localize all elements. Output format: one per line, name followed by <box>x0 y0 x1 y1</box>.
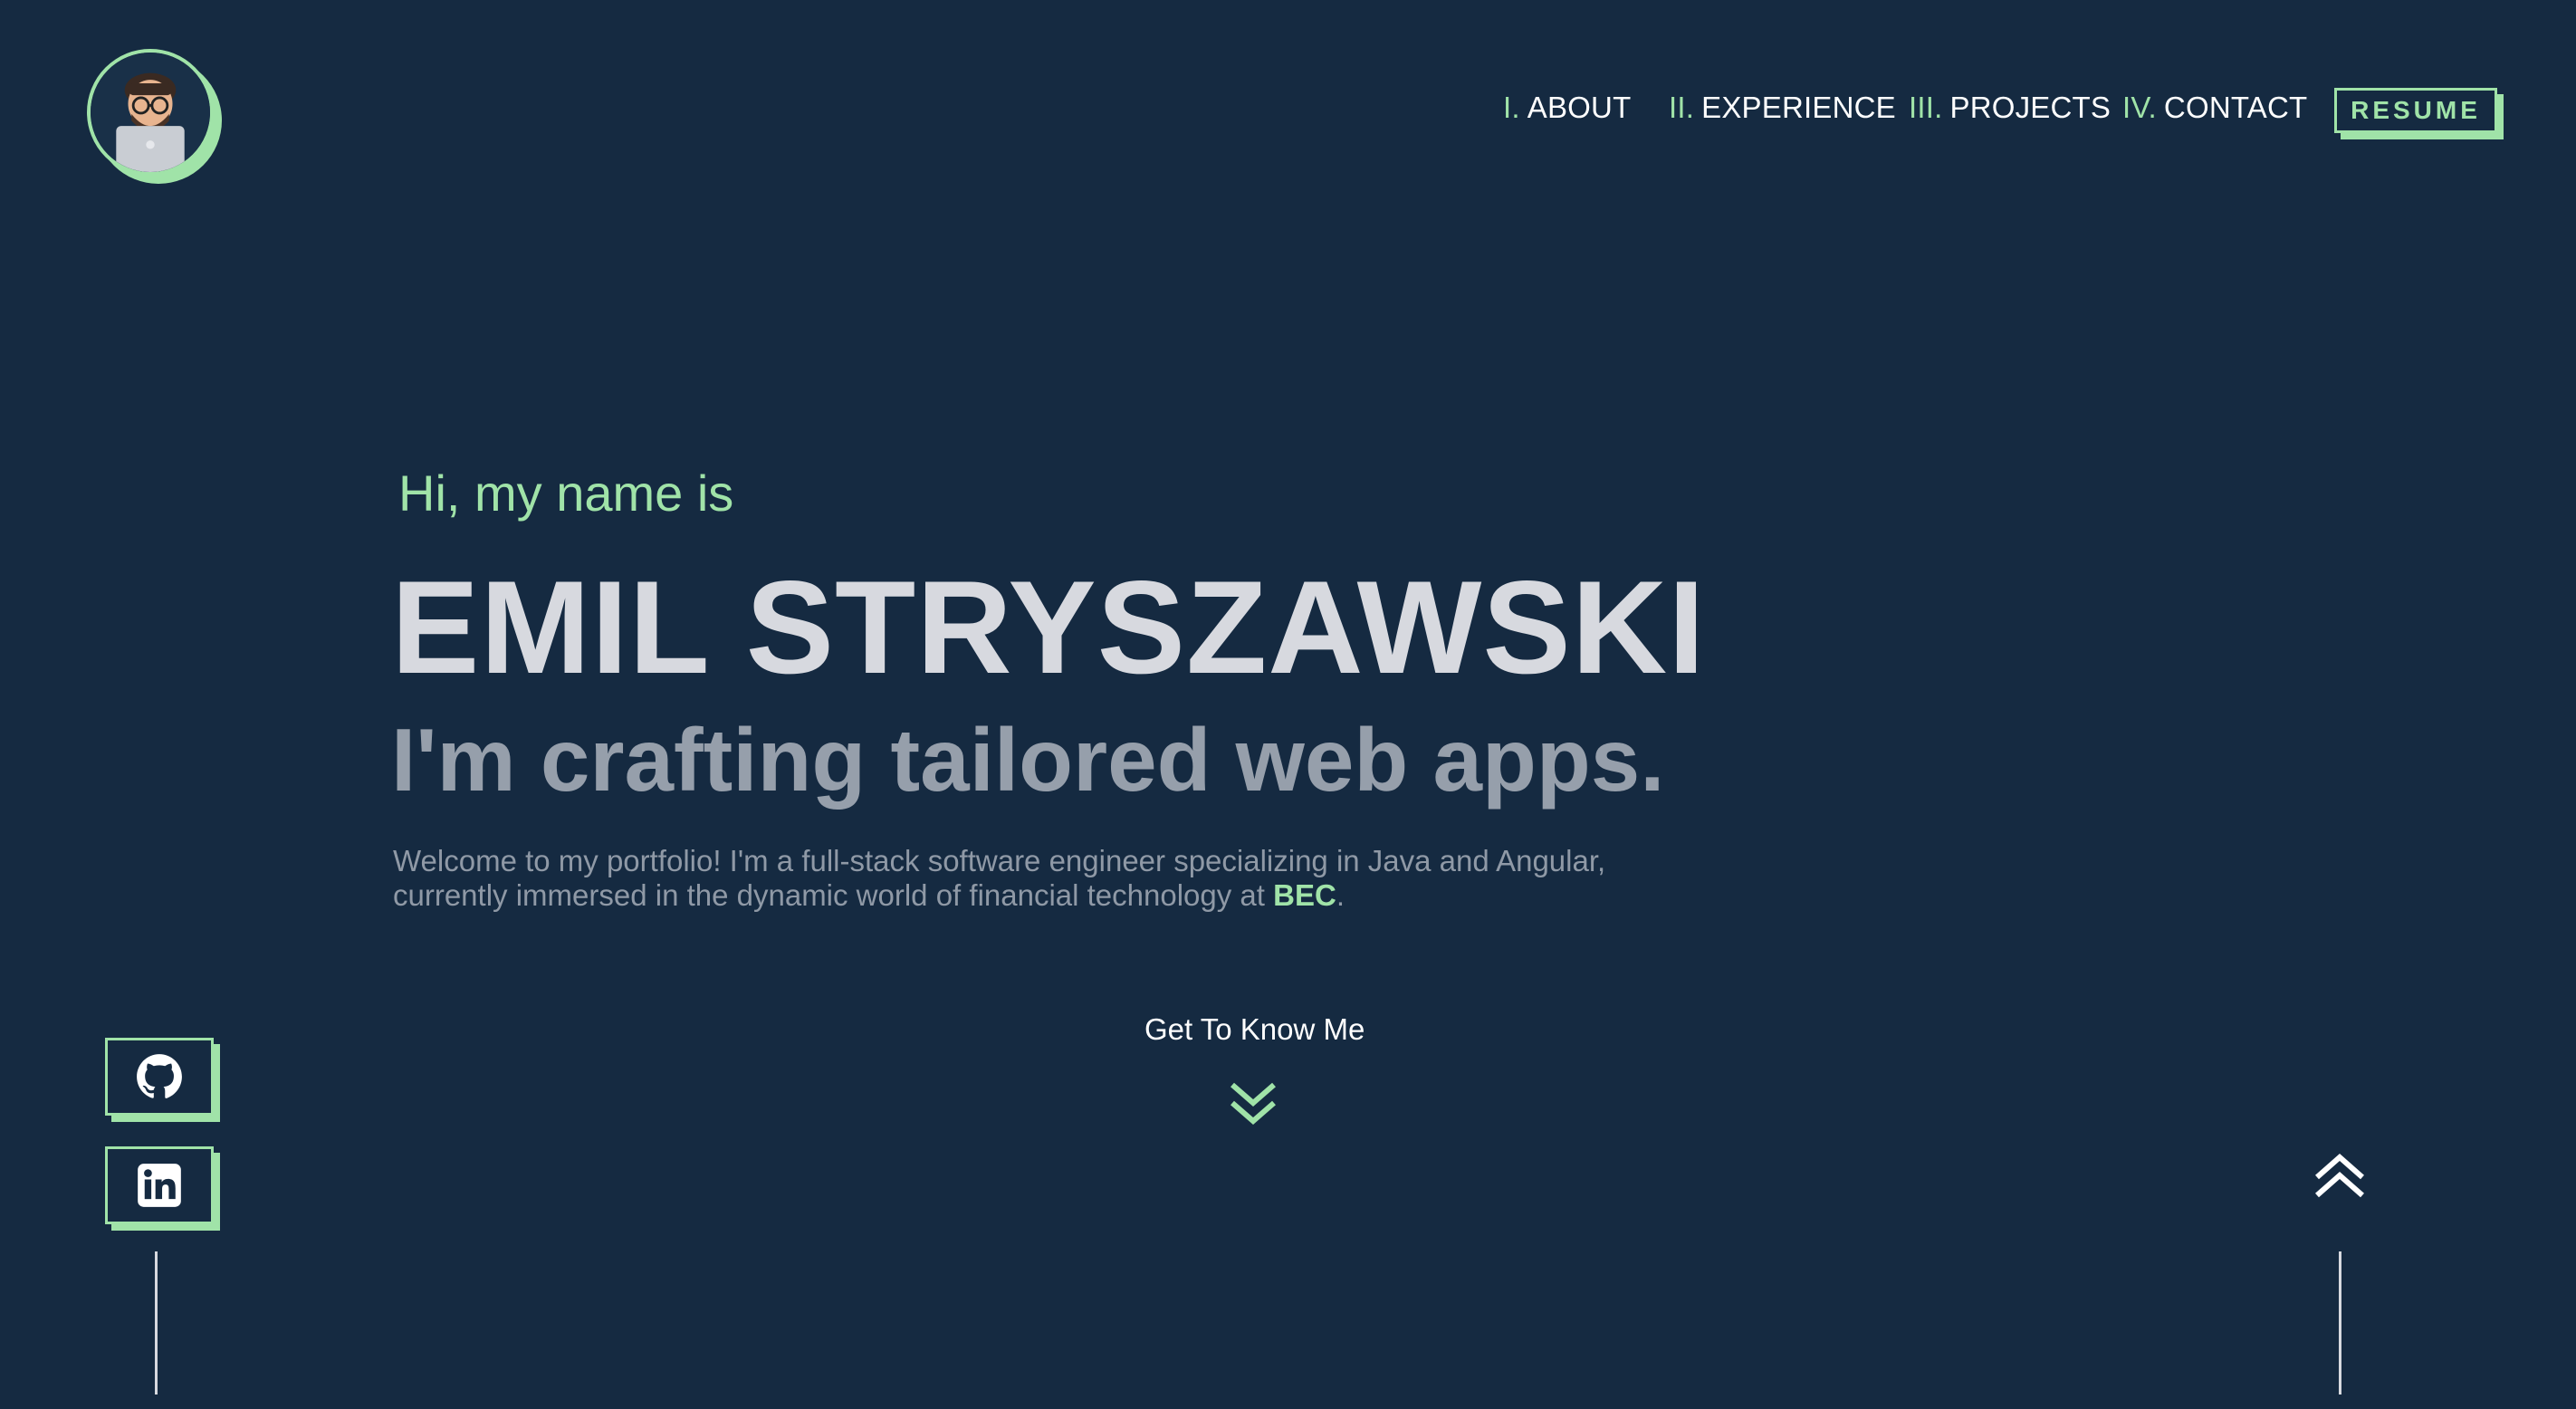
hero-tagline: I'm crafting tailored web apps. <box>391 710 1665 810</box>
linkedin-button[interactable] <box>105 1146 214 1224</box>
github-button[interactable] <box>105 1038 214 1116</box>
hero-name: EMIL STRYSZAWSKI <box>391 553 1706 701</box>
nav-item-experience[interactable]: II. EXPERIENCE <box>1669 91 1896 125</box>
linkedin-icon <box>138 1164 181 1207</box>
memoji-avatar-icon <box>91 53 210 172</box>
nav-label: ABOUT <box>1527 91 1632 124</box>
nav-number: IV. <box>2122 91 2157 124</box>
left-vertical-line <box>155 1251 158 1395</box>
nav-item-contact[interactable]: IV. CONTACT <box>2122 91 2307 125</box>
nav-number: II. <box>1669 91 1695 124</box>
hero-greeting: Hi, my name is <box>398 465 734 522</box>
nav-label: PROJECTS <box>1949 91 2112 124</box>
portfolio-page: I. ABOUT II. EXPERIENCE III. PROJECTS IV. CO… <box>0 0 2576 1409</box>
nav-label: CONTACT <box>2163 91 2308 124</box>
nav-number: III. <box>1909 91 1943 124</box>
intro-text: Welcome to my portfolio! I'm a full-stac… <box>393 844 1606 912</box>
github-icon <box>137 1054 182 1098</box>
company-highlight: BEC <box>1273 878 1336 912</box>
resume-button[interactable]: RESUME <box>2334 88 2497 133</box>
nav-number: I. <box>1503 91 1520 124</box>
double-chevron-up-icon[interactable] <box>2313 1150 2366 1203</box>
right-vertical-line <box>2339 1251 2341 1395</box>
double-chevron-down-icon[interactable] <box>1229 1079 1278 1128</box>
nav-label: EXPERIENCE <box>1701 91 1896 124</box>
intro-end: . <box>1336 878 1345 912</box>
hero-intro: Welcome to my portfolio! I'm a full-stac… <box>393 844 1679 913</box>
nav-item-projects[interactable]: III. PROJECTS <box>1909 91 2111 125</box>
avatar-logo[interactable] <box>87 49 214 176</box>
nav-item-about[interactable]: I. ABOUT <box>1503 91 1631 125</box>
get-to-know-me-link[interactable]: Get To Know Me <box>1144 1012 1365 1047</box>
